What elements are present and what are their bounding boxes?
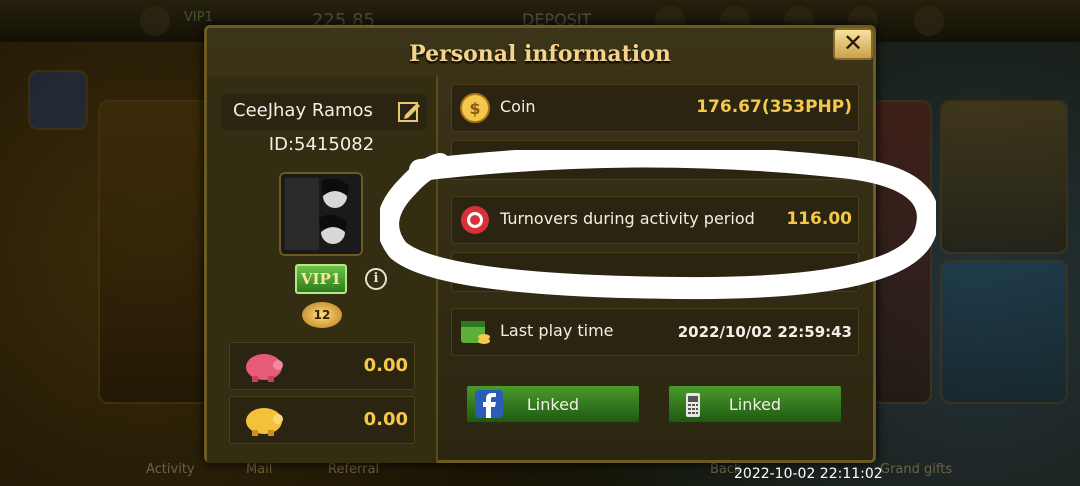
bank-row-gold: 0.00 bbox=[229, 396, 415, 444]
phone-linked-label: Linked bbox=[728, 395, 782, 414]
last-play-row: Last play time 2022/10/02 22:59:43 bbox=[451, 308, 859, 356]
level-badge: 12 bbox=[302, 302, 342, 328]
vip-badge: VIP1 bbox=[295, 264, 347, 294]
coin-icon: $ bbox=[460, 93, 490, 123]
coin-value: 176.67(353PHP) bbox=[696, 97, 852, 117]
screenshot-timestamp: 2022-10-02 22:11:02 bbox=[734, 466, 883, 482]
highlight-scribble bbox=[380, 150, 936, 300]
close-button[interactable]: ✕ bbox=[833, 28, 873, 60]
edit-icon[interactable] bbox=[397, 99, 421, 123]
player-name: CeeJhay Ramos bbox=[233, 100, 373, 121]
phone-linked-button[interactable]: Linked bbox=[667, 384, 843, 424]
avatar[interactable] bbox=[279, 172, 363, 256]
calendar-icon bbox=[461, 321, 490, 344]
gold-piggy-value: 0.00 bbox=[363, 409, 408, 430]
last-play-label: Last play time bbox=[500, 321, 614, 340]
last-play-value: 2022/10/02 22:59:43 bbox=[677, 323, 852, 341]
bank-row-piggy: 0.00 bbox=[229, 342, 415, 390]
piggy-bank-icon bbox=[246, 354, 283, 382]
piggy-value: 0.00 bbox=[363, 355, 408, 376]
facebook-linked-button[interactable]: Linked bbox=[465, 384, 641, 424]
gold-piggy-icon bbox=[246, 408, 283, 436]
dialog-title: Personal information bbox=[409, 41, 671, 67]
name-box: CeeJhay Ramos bbox=[221, 94, 427, 130]
coin-label: Coin bbox=[500, 97, 536, 116]
avatar-image bbox=[281, 174, 361, 254]
svg-text:$: $ bbox=[469, 99, 480, 118]
coin-row: $ Coin 176.67(353PHP) bbox=[451, 84, 859, 132]
facebook-linked-label: Linked bbox=[526, 395, 580, 414]
